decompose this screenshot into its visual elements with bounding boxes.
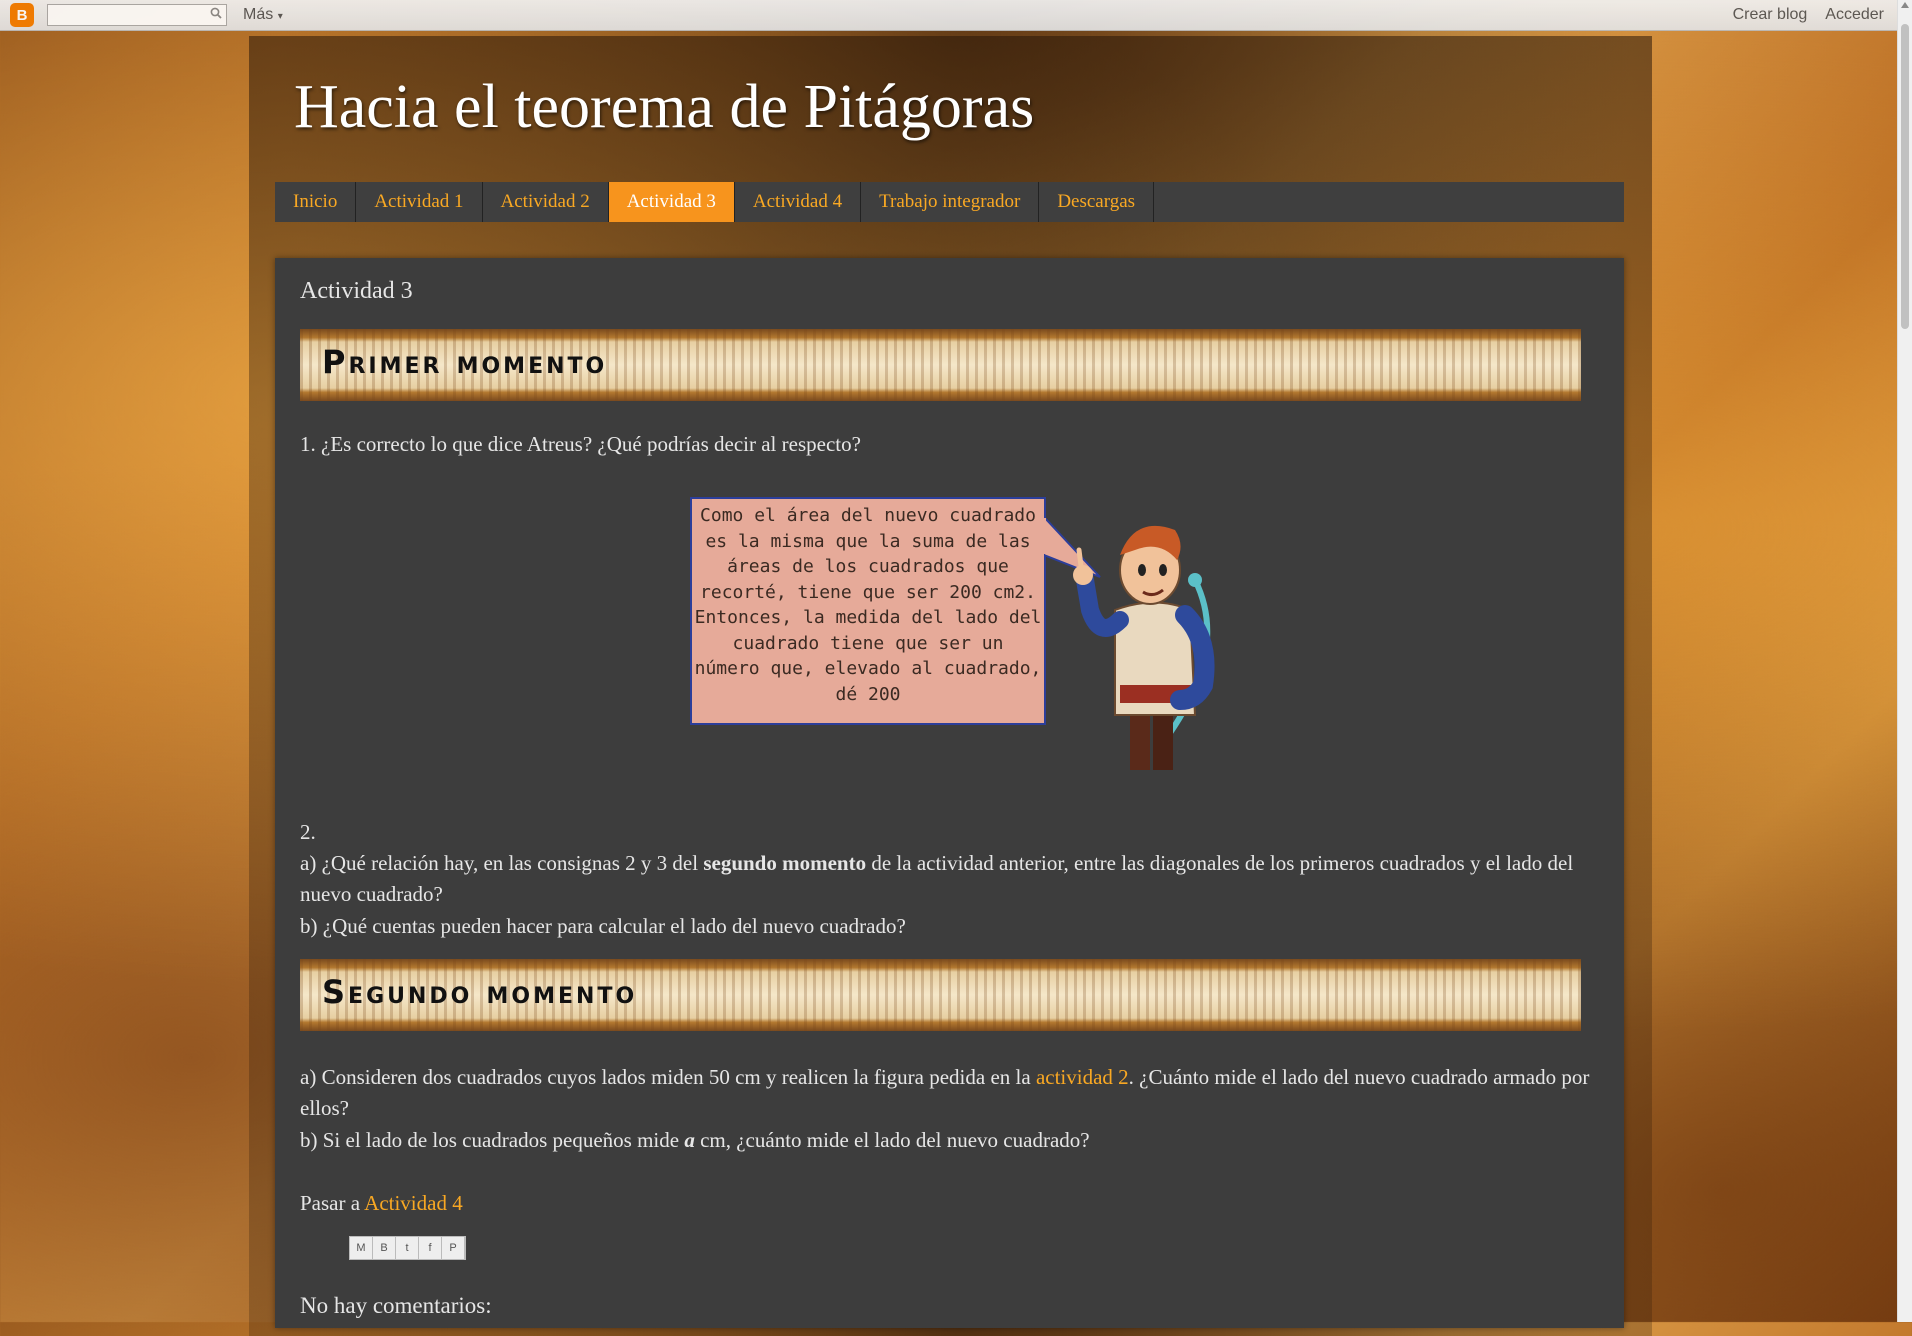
q2a-bold: segundo momento xyxy=(703,851,867,875)
next-activity: Pasar a Actividad 4 xyxy=(300,1188,1600,1219)
navbar-search-input[interactable] xyxy=(47,4,227,26)
scroll-up-arrow-icon[interactable] xyxy=(1901,2,1909,8)
facebook-share-icon[interactable]: f xyxy=(419,1237,442,1259)
twitter-share-icon[interactable]: t xyxy=(396,1237,419,1259)
question-2b: b) ¿Qué cuentas pueden hacer para calcul… xyxy=(300,914,906,938)
share-buttons: M B t f P xyxy=(349,1236,466,1260)
speech-line: Como el área del nuevo cuadrado xyxy=(700,505,1036,526)
speech-line: Entonces, la medida del lado del xyxy=(694,607,1042,628)
speech-line: cuadrado tiene que ser un xyxy=(732,632,1004,654)
page-scrollbar[interactable] xyxy=(1897,0,1912,1322)
tab-actividad-3[interactable]: Actividad 3 xyxy=(608,182,735,222)
segundo-a: a) Consideren dos cuadrados cuyos lados … xyxy=(300,1062,1600,1124)
banner-segundo-momento: Segundo momento xyxy=(300,959,1581,1031)
s2a-prefix: a) Consideren dos cuadrados cuyos lados … xyxy=(300,1065,1036,1089)
post-title: Actividad 3 xyxy=(300,278,413,304)
more-label: Más xyxy=(243,6,274,23)
tab-trabajo-integrador[interactable]: Trabajo integrador xyxy=(861,182,1040,222)
speech-line: dé 200 xyxy=(835,683,901,705)
atreus-character-illustration xyxy=(1073,525,1215,770)
tab-inicio[interactable]: Inicio xyxy=(275,182,357,222)
question-2a: a) ¿Qué relación hay, en las consignas 2… xyxy=(300,848,1600,910)
comments-heading: No hay comentarios: xyxy=(300,1293,492,1318)
speech-line: áreas de los cuadrados que xyxy=(727,556,1009,577)
s2b-prefix: b) Si el lado de los cuadrados pequeños … xyxy=(300,1128,685,1152)
speech-line: es la misma que la suma de las xyxy=(705,530,1031,552)
search-icon[interactable] xyxy=(210,7,222,19)
banner-primer-momento-text: Primer momento xyxy=(322,343,608,381)
more-menu[interactable]: Más ▾ xyxy=(243,6,283,24)
banner-primer-momento: Primer momento xyxy=(300,329,1581,401)
scroll-thumb[interactable] xyxy=(1901,24,1909,329)
speech-line: recorté, tiene que ser 200 cm2. xyxy=(700,581,1036,603)
next-prefix: Pasar a xyxy=(300,1191,365,1215)
blog-title[interactable]: Hacia el teorema de Pitágoras xyxy=(294,72,1034,143)
post-main-panel: Actividad 3 Primer momento 1. ¿Es correc… xyxy=(275,258,1624,1328)
tab-actividad-4[interactable]: Actividad 4 xyxy=(735,182,862,222)
q2a-prefix: a) ¿Qué relación hay, en las consignas 2… xyxy=(300,851,704,875)
question-1: 1. ¿Es correcto lo que dice Atreus? ¿Qué… xyxy=(300,432,861,456)
tab-descargas[interactable]: Descargas xyxy=(1039,182,1155,222)
actividad-2-link[interactable]: actividad 2 xyxy=(1036,1065,1129,1089)
email-share-icon[interactable]: M xyxy=(350,1237,373,1259)
variable-a: a xyxy=(684,1128,695,1152)
question-2-number: 2. xyxy=(300,820,316,844)
blogthis-share-icon[interactable]: B xyxy=(373,1237,396,1259)
speech-line: número que, elevado al cuadrado, xyxy=(694,658,1042,679)
blogger-navbar: B Más ▾ Crear blog Acceder xyxy=(0,0,1898,31)
caret-down-icon: ▾ xyxy=(277,11,283,22)
speech-bubble: Como el área del nuevo cuadrado es la mi… xyxy=(690,497,1046,725)
tab-actividad-2[interactable]: Actividad 2 xyxy=(483,182,609,222)
s2b-suffix: cm, ¿cuánto mide el lado del nuevo cuadr… xyxy=(694,1128,1090,1152)
sign-in-link[interactable]: Acceder xyxy=(1825,6,1884,24)
tab-actividad-1[interactable]: Actividad 1 xyxy=(356,182,483,222)
blogger-logo-icon[interactable]: B xyxy=(10,3,34,27)
segundo-b: b) Si el lado de los cuadrados pequeños … xyxy=(300,1125,1600,1156)
pages-tabs: Inicio Actividad 1 Actividad 2 Actividad… xyxy=(275,182,1624,222)
create-blog-link[interactable]: Crear blog xyxy=(1733,6,1808,24)
pinterest-share-icon[interactable]: P xyxy=(442,1237,465,1259)
actividad-4-link[interactable]: Actividad 4 xyxy=(364,1191,463,1215)
banner-segundo-momento-text: Segundo momento xyxy=(322,973,638,1011)
